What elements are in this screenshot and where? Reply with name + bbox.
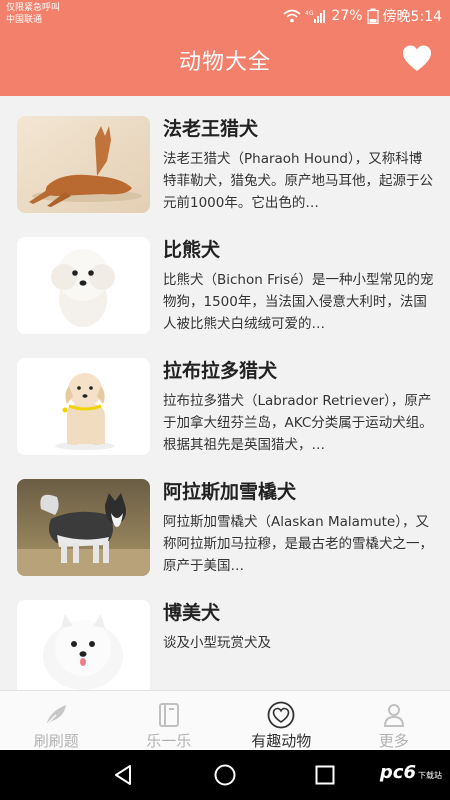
bichon-frise-image: [17, 237, 150, 334]
svg-text:4G: 4G: [305, 10, 314, 17]
alaskan-malamute-image: [17, 479, 150, 576]
battery-percent: 27%: [331, 8, 363, 24]
tab-leyile[interactable]: 乐一乐: [113, 691, 226, 750]
list-item[interactable]: 比熊犬 比熊犬（Bichon Frisé）是一种小型常见的宠物狗，1500年，当…: [0, 217, 450, 337]
list-item[interactable]: 拉布拉多猎犬 拉布拉多猎犬（Labrador Retriever），原产于加拿大…: [0, 338, 450, 458]
animal-description: 拉布拉多猎犬（Labrador Retriever），原产于加拿大纽芬兰岛，AK…: [163, 393, 433, 453]
clock: 傍晚5:14: [382, 9, 442, 25]
animal-description: 谈及小型玩赏犬及: [163, 635, 271, 651]
animal-description: 法老王猎犬（Pharaoh Hound），又称科博特菲勒犬，猎兔犬。原产地马耳他…: [163, 151, 433, 211]
list-item[interactable]: 阿拉斯加雪橇犬 阿拉斯加雪橇犬（Alaskan Malamute），又称阿拉斯加…: [0, 459, 450, 579]
tab-gengduo[interactable]: 更多: [338, 691, 450, 750]
animal-name: 博美犬: [163, 602, 221, 624]
tab-shuashuati[interactable]: 刷刷题: [0, 691, 113, 750]
battery-icon: [366, 8, 379, 24]
page-title: 动物大全: [178, 50, 271, 75]
bottom-tab-bar: 刷刷题 乐一乐 有趣动物 更多: [0, 690, 450, 750]
watermark-logo: pc6 下载站: [380, 762, 442, 783]
back-icon[interactable]: [112, 763, 136, 787]
recents-icon[interactable]: [313, 763, 337, 787]
tab-label: 有趣动物: [251, 732, 312, 750]
status-bar: 仅限紧急呼叫 中国联通 4G 27% 傍晚5:14: [0, 0, 450, 30]
watermark-text: pc6: [379, 762, 416, 783]
animal-list[interactable]: 法老王猎犬 法老王猎犬（Pharaoh Hound），又称科博特菲勒犬，猎兔犬。…: [0, 96, 450, 690]
tab-label: 乐一乐: [146, 732, 192, 750]
carrier-info: 仅限紧急呼叫 中国联通: [6, 2, 60, 26]
person-icon: [383, 704, 404, 727]
book-icon: [158, 703, 179, 727]
animal-name: 法老王猎犬: [163, 118, 259, 140]
pomeranian-image: [17, 600, 150, 690]
animal-name: 拉布拉多猎犬: [163, 360, 278, 382]
animal-description: 阿拉斯加雪橇犬（Alaskan Malamute），又称阿拉斯加马拉穆，是最古老…: [163, 514, 433, 574]
animal-name: 比熊犬: [163, 239, 221, 261]
signal-icon: 4G: [305, 10, 326, 23]
animal-description: 比熊犬（Bichon Frisé）是一种小型常见的宠物狗，1500年，当法国入侵…: [163, 272, 434, 332]
system-navigation-bar: pc6 下载站: [0, 750, 450, 800]
tab-label: 更多: [378, 732, 409, 750]
app-header: 动物大全: [0, 30, 450, 96]
carrier-line-2: 中国联通: [6, 15, 43, 25]
heart-icon[interactable]: [402, 44, 432, 74]
carrier-line-1: 仅限紧急呼叫: [6, 3, 61, 13]
feather-icon: [45, 705, 67, 726]
heart-circle-icon: [267, 701, 295, 729]
list-item[interactable]: 博美犬 谈及小型玩赏犬及: [0, 580, 450, 690]
watermark-sub: 下载站: [418, 771, 442, 780]
pharaoh-hound-image: [17, 116, 150, 213]
home-icon[interactable]: [213, 763, 237, 787]
tab-label: 刷刷题: [33, 732, 79, 750]
animal-name: 阿拉斯加雪橇犬: [163, 481, 297, 503]
wifi-icon: [283, 9, 301, 23]
tab-youqudongwu[interactable]: 有趣动物: [225, 691, 338, 750]
list-item[interactable]: 法老王猎犬 法老王猎犬（Pharaoh Hound），又称科博特菲勒犬，猎兔犬。…: [0, 96, 450, 216]
labrador-retriever-image: [17, 358, 150, 455]
